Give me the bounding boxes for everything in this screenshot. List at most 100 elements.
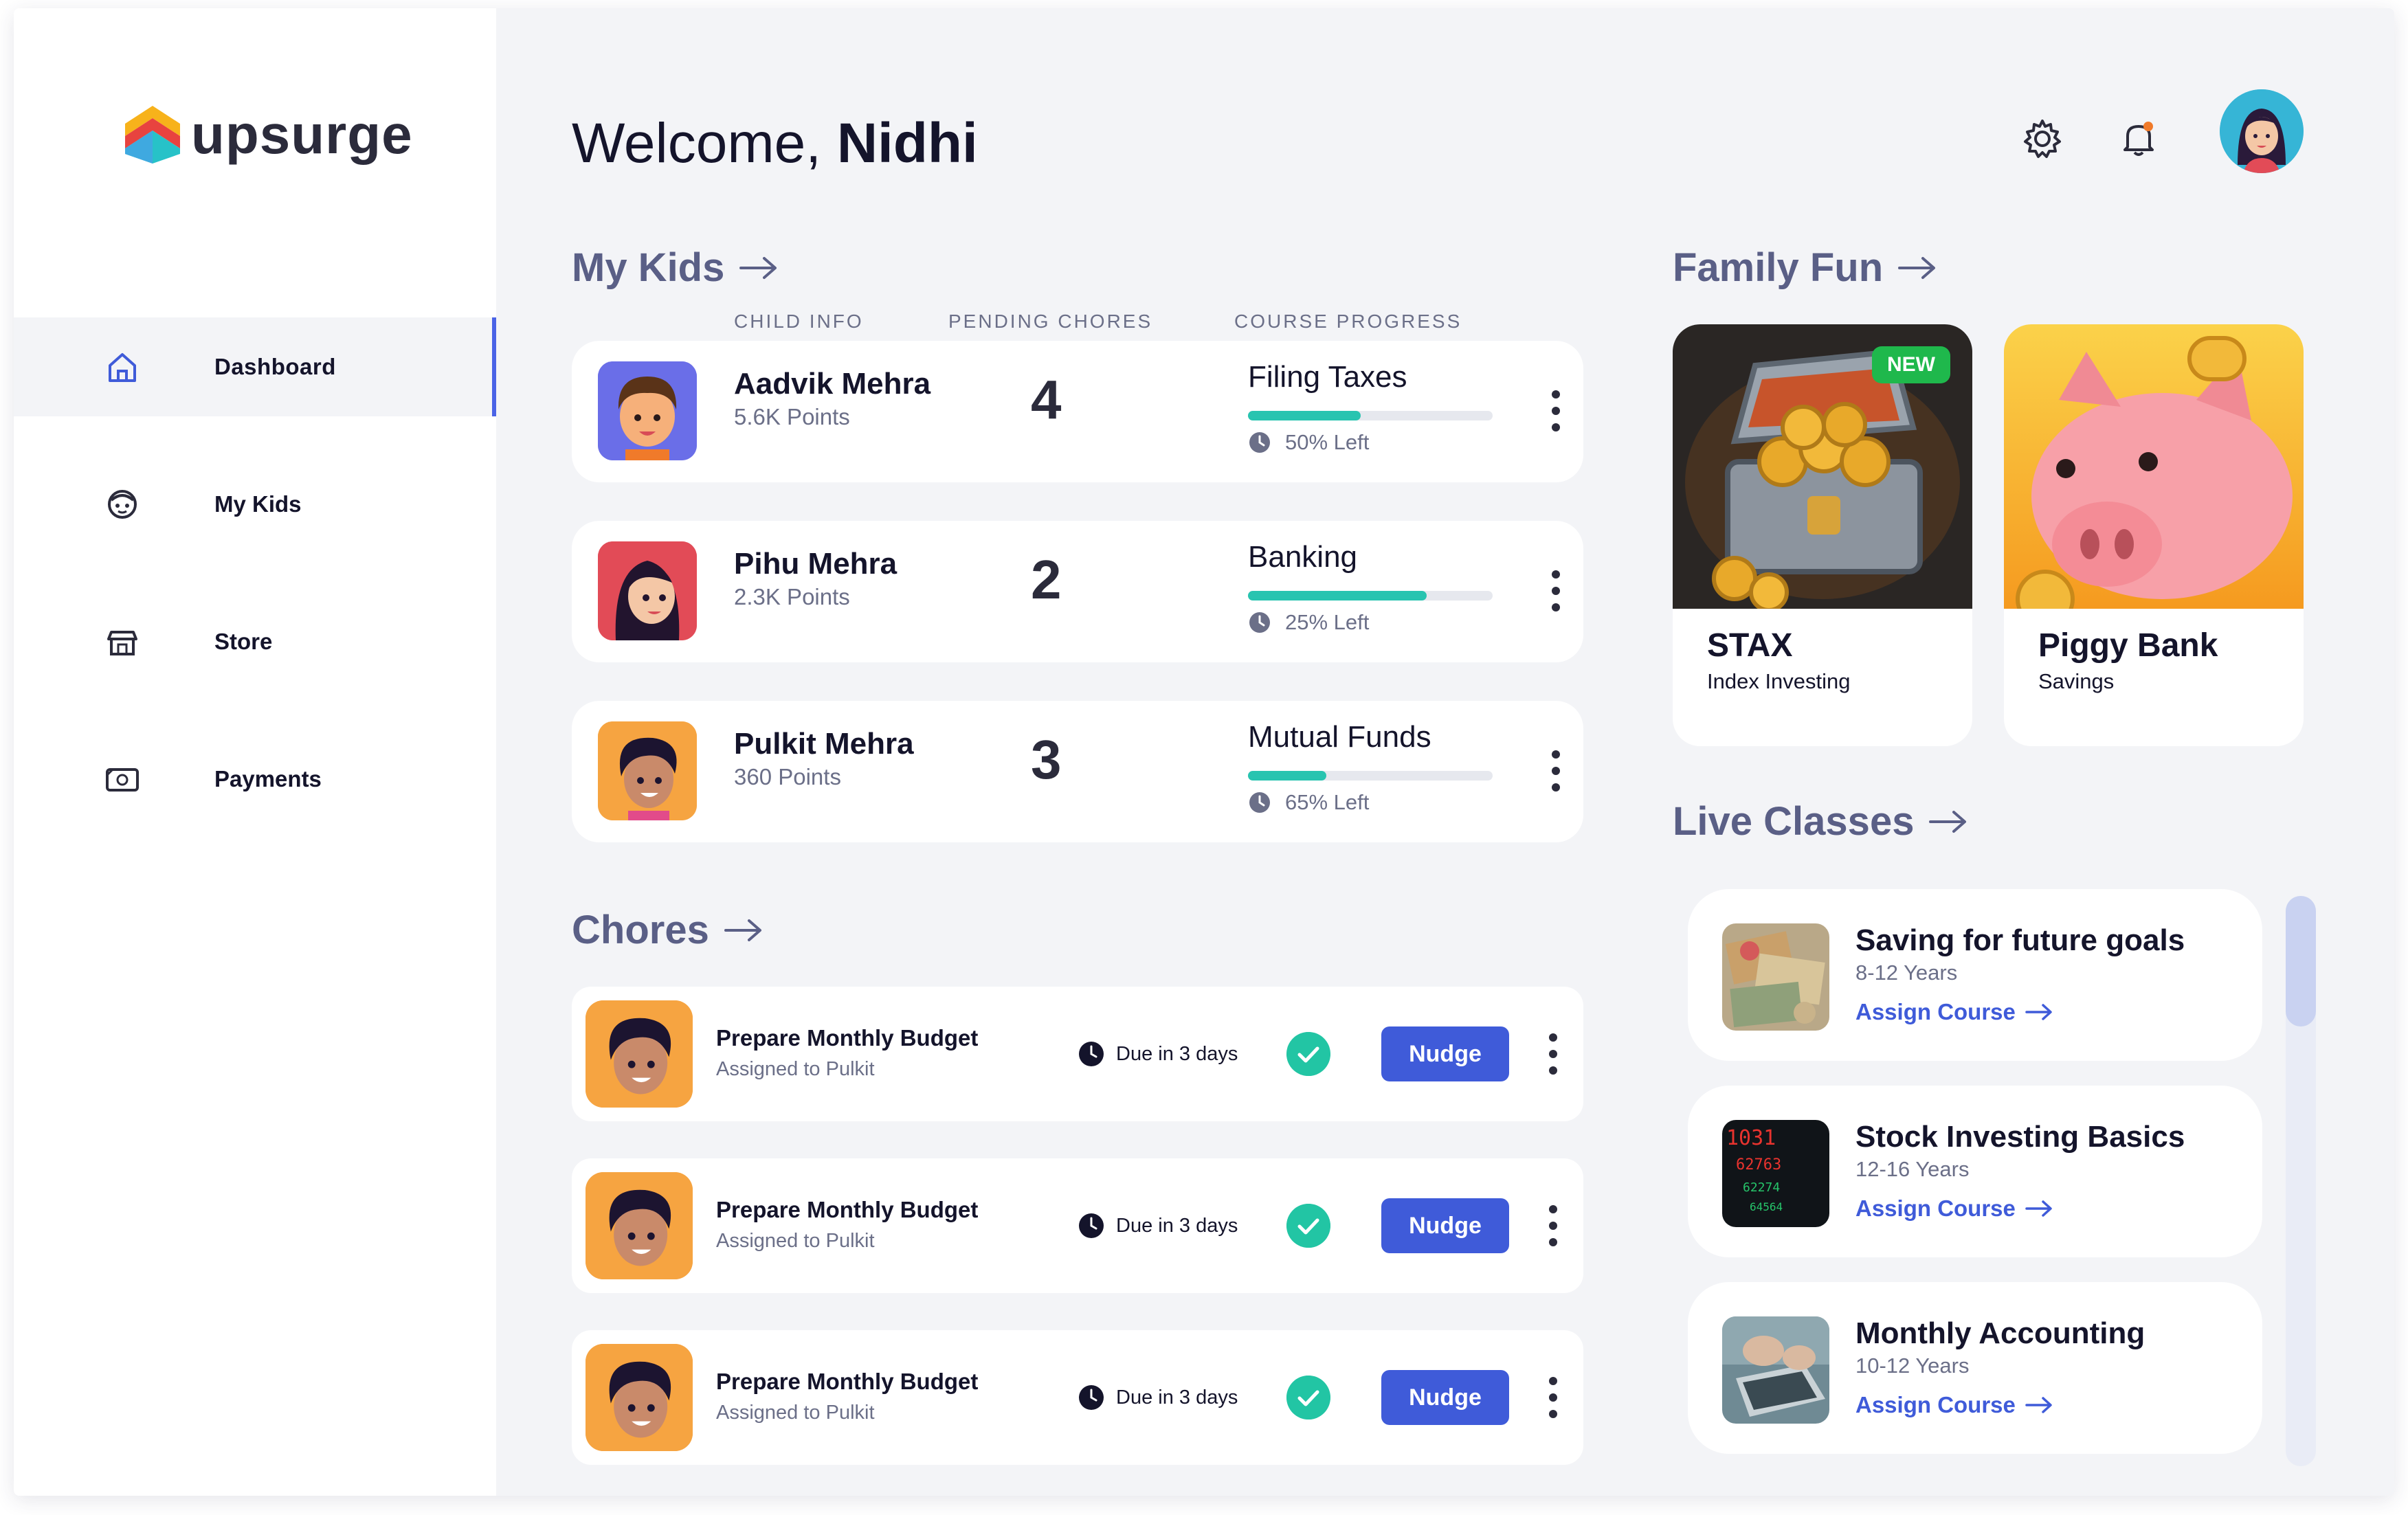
family-fun-card-subtitle: Index Investing [1707,669,1851,693]
nudge-button[interactable]: Nudge [1381,1370,1509,1425]
kid-name: Aadvik Mehra [734,367,931,401]
sidebar: upsurge Dashboard My Kids Store Payments [14,8,496,1496]
live-class-card[interactable]: 1031 62763 62274 64564 Stock Investing B… [1688,1086,2262,1257]
live-class-age: 12-16 Years [1855,1157,1970,1181]
arrow-right-icon [1929,810,1967,833]
clock-icon [1079,1042,1104,1066]
my-kids-title-label: My Kids [572,245,725,290]
gear-icon[interactable] [2020,117,2064,161]
sidebar-item-dashboard[interactable]: Dashboard [14,317,496,416]
more-options-icon[interactable] [1549,1377,1557,1418]
live-class-card[interactable]: Saving for future goals 8-12 Years Assig… [1688,889,2262,1061]
sidebar-item-label: Dashboard [214,354,336,379]
sidebar-item-label: Payments [214,766,322,792]
boy-avatar-icon [586,1000,693,1108]
arrow-right-icon [724,919,761,941]
sidebar-item-payments[interactable]: Payments [14,730,496,829]
kid-avatar [598,361,697,460]
clock-icon [1249,612,1270,633]
live-class-title: Stock Investing Basics [1855,1120,2185,1154]
family-fun-card-title: STAX [1707,627,1793,664]
column-header-child-info: CHILD INFO [734,311,864,332]
family-fun-card-stax[interactable]: NEW STAX Index Investing [1673,324,1972,746]
family-fun-card-subtitle: Savings [2038,669,2115,693]
logo[interactable]: upsurge [125,103,413,166]
chore-assigned-to: Assigned to Pulkit [716,1230,875,1252]
course-name: Mutual Funds [1248,720,1431,754]
piggy-bank-icon [2004,324,2304,609]
chore-assignee-avatar [586,1344,693,1451]
more-options-icon[interactable] [1549,1033,1557,1075]
assign-course-link[interactable]: Assign Course [1855,1392,2053,1418]
avatar[interactable] [2220,89,2304,173]
arrow-right-icon [2025,1004,2052,1020]
chore-due: Due in 3 days [1078,1212,1238,1239]
assign-course-label: Assign Course [1855,999,2016,1024]
bell-icon[interactable] [2117,117,2161,161]
money-thumbnail-icon [1722,923,1829,1031]
kid-face-icon [108,490,137,519]
kid-card[interactable]: Pihu Mehra 2.3K Points 2 Banking 25% Lef… [572,521,1583,662]
more-options-icon[interactable] [1549,1205,1557,1246]
family-fun-title[interactable]: Family Fun [1673,245,1937,291]
chores-title-label: Chores [572,908,709,952]
progress-left-text: 25% Left [1285,610,1370,634]
more-options-icon[interactable] [1552,570,1560,611]
check-circle-icon[interactable] [1286,1204,1330,1248]
live-class-age: 8-12 Years [1855,961,1958,985]
kid-points: 2.3K Points [734,584,850,609]
family-fun-card-piggy-bank[interactable]: Piggy Bank Savings [2004,324,2304,746]
kid-avatar [598,721,697,820]
more-options-icon[interactable] [1552,390,1560,431]
chore-due-text: Due in 3 days [1116,1042,1238,1065]
payments-icon [106,768,139,792]
more-options-icon[interactable] [1552,750,1560,792]
welcome-heading: Welcome, Nidhi [572,111,978,176]
scrollbar-thumb[interactable] [2286,896,2316,1026]
app-window: upsurge Dashboard My Kids Store Payments… [14,8,2394,1496]
chores-title[interactable]: Chores [572,907,763,953]
chore-assignee-avatar [586,1000,693,1108]
svg-text:64564: 64564 [1750,1200,1783,1213]
chore-card[interactable]: Prepare Monthly Budget Assigned to Pulki… [572,987,1583,1121]
sidebar-item-store[interactable]: Store [14,592,496,691]
progress-left-row: 50% Left [1248,430,1369,455]
progress-left-row: 25% Left [1248,610,1369,635]
nudge-button[interactable]: Nudge [1381,1198,1509,1253]
chore-due-text: Due in 3 days [1116,1214,1238,1237]
chore-due: Due in 3 days [1078,1040,1238,1068]
chore-due: Due in 3 days [1078,1384,1238,1411]
live-class-card[interactable]: Monthly Accounting 10-12 Years Assign Co… [1688,1282,2262,1454]
clock-icon [1079,1385,1104,1410]
pending-chores-count: 2 [1031,549,1062,610]
my-kids-title[interactable]: My Kids [572,245,778,291]
kid-name: Pihu Mehra [734,547,898,581]
live-classes-scrollbar[interactable] [2286,896,2316,1466]
check-circle-icon[interactable] [1286,1376,1330,1419]
chore-card[interactable]: Prepare Monthly Budget Assigned to Pulki… [572,1330,1583,1465]
sidebar-item-label: My Kids [214,491,302,517]
user-avatar-icon [2220,89,2304,173]
live-classes-title[interactable]: Live Classes [1673,798,1967,844]
chore-assigned-to: Assigned to Pulkit [716,1402,875,1424]
assign-course-link[interactable]: Assign Course [1855,999,2053,1025]
course-progress-fill [1248,591,1427,601]
arrow-right-icon [739,256,777,279]
welcome-prefix: Welcome, [572,112,822,175]
kid-card[interactable]: Aadvik Mehra 5.6K Points 4 Filing Taxes … [572,341,1583,482]
kid-card[interactable]: Pulkit Mehra 360 Points 3 Mutual Funds 6… [572,701,1583,842]
sidebar-item-my-kids[interactable]: My Kids [14,455,496,554]
live-class-age: 10-12 Years [1855,1354,1970,1378]
check-circle-icon[interactable] [1286,1032,1330,1076]
live-class-title: Saving for future goals [1855,923,2185,957]
clock-icon [1079,1213,1104,1238]
kid-points: 5.6K Points [734,404,850,429]
assign-course-link[interactable]: Assign Course [1855,1196,2053,1222]
boy-avatar-icon [598,721,697,820]
chore-card[interactable]: Prepare Monthly Budget Assigned to Pulki… [572,1158,1583,1293]
nudge-button[interactable]: Nudge [1381,1026,1509,1081]
family-fun-card-title: Piggy Bank [2038,627,2218,664]
course-progress-fill [1248,411,1361,420]
sidebar-item-label: Store [214,629,273,654]
new-badge: NEW [1872,346,1950,383]
